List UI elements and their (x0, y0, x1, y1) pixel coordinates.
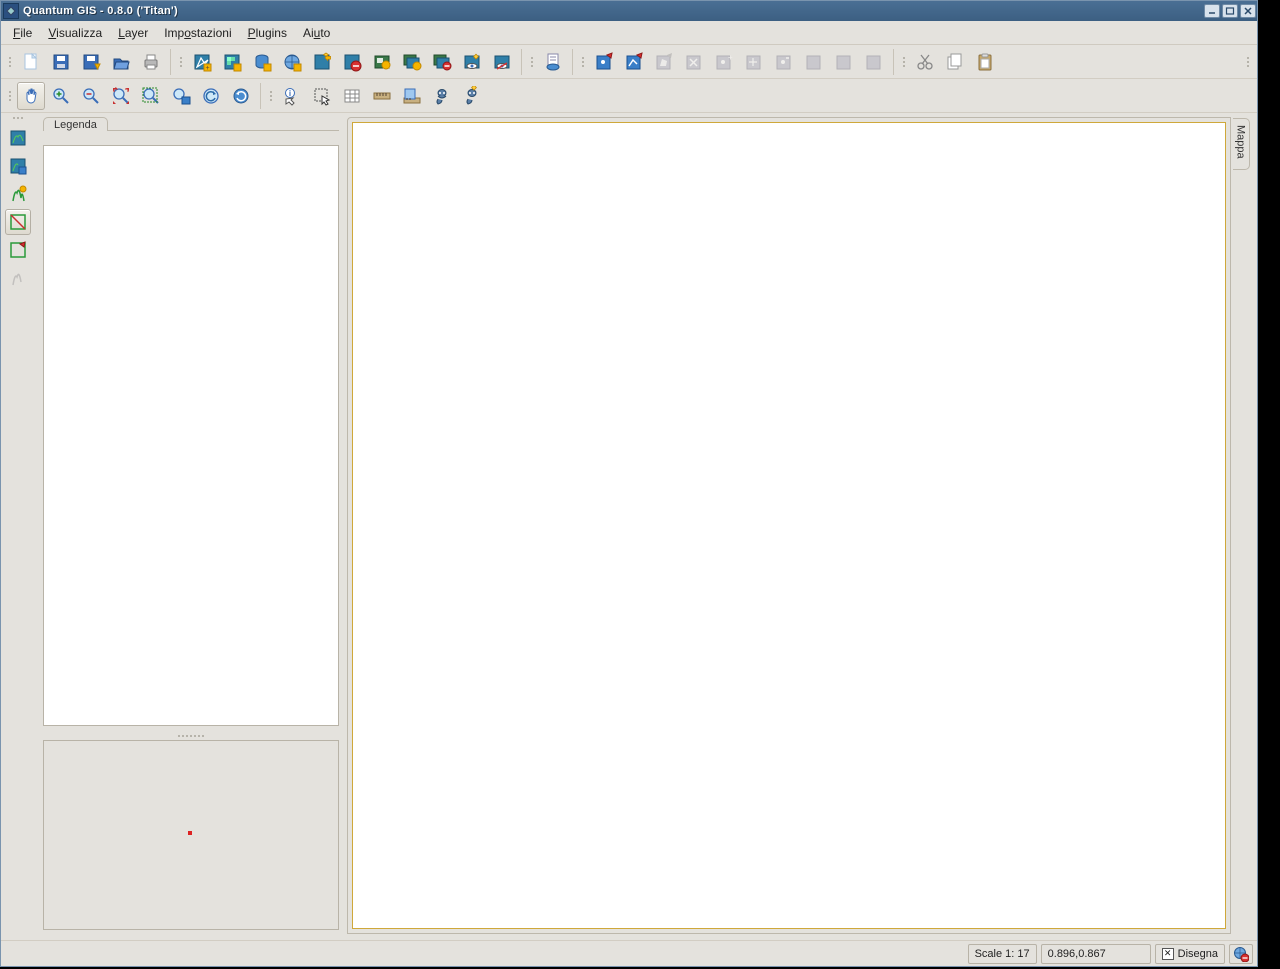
zoom-to-selection-button[interactable] (137, 82, 165, 110)
workspace: Legenda Mappa (1, 113, 1257, 940)
zoom-full-button[interactable] (107, 82, 135, 110)
project-properties-button[interactable] (539, 48, 567, 76)
coordinates-field: 0.896,0.867 (1041, 944, 1151, 964)
delete-selected-button[interactable] (680, 48, 708, 76)
add-raster-layer-button[interactable] (218, 48, 246, 76)
hide-all-layers-button[interactable] (488, 48, 516, 76)
maximize-button[interactable] (1222, 4, 1238, 18)
menu-help[interactable]: Aiuto (297, 24, 336, 42)
menu-bar: File Visualizza Layer Impostazioni Plugi… (1, 21, 1257, 45)
minimize-button[interactable] (1204, 4, 1220, 18)
edit-paste-button[interactable] (860, 48, 888, 76)
grass-add-raster-button[interactable] (5, 153, 31, 179)
app-window: Quantum GIS - 0.8.0 ('Titan') File Visua… (0, 0, 1258, 967)
edit-copy-button[interactable] (830, 48, 858, 76)
add-vector-layer-button[interactable]: + (188, 48, 216, 76)
identify-button[interactable]: i (278, 82, 306, 110)
vertical-toolbar (1, 113, 35, 940)
toolbar-grip[interactable] (178, 48, 184, 76)
svg-text:+: + (205, 65, 209, 72)
grass-edit-button[interactable] (5, 265, 31, 291)
remove-layer-button[interactable] (338, 48, 366, 76)
window-title: Quantum GIS - 0.8.0 ('Titan') (23, 5, 1203, 17)
save-project-button[interactable] (47, 48, 75, 76)
delete-vertex-button[interactable] (770, 48, 798, 76)
capture-line-button[interactable] (620, 48, 648, 76)
grass-tools-button[interactable] (5, 181, 31, 207)
toolbar-row-2: i (1, 79, 1257, 113)
overview-extent-marker (188, 831, 192, 835)
menu-plugins[interactable]: Plugins (242, 24, 293, 42)
render-toggle[interactable]: ✕Disegna (1155, 944, 1225, 964)
toolbar-grip[interactable] (5, 117, 31, 123)
move-vertex-button[interactable] (740, 48, 768, 76)
map-tab[interactable]: Mappa (1233, 118, 1250, 170)
in-overview-button[interactable] (368, 48, 396, 76)
toolbar-grip[interactable] (901, 48, 907, 76)
grass-edit-region-button[interactable] (5, 237, 31, 263)
cut-features-button[interactable] (911, 48, 939, 76)
toolbar-grip[interactable] (1245, 48, 1251, 76)
title-bar: Quantum GIS - 0.8.0 ('Titan') (1, 1, 1257, 21)
zoom-last-button[interactable] (197, 82, 225, 110)
toolbar-grip[interactable] (580, 48, 586, 76)
add-all-to-overview-button[interactable] (398, 48, 426, 76)
legend-panel: Legenda (35, 113, 345, 940)
legend-tab[interactable]: Legenda (43, 117, 108, 131)
show-all-layers-button[interactable] (458, 48, 486, 76)
menu-settings[interactable]: Impostazioni (158, 24, 237, 42)
measure-area-button[interactable] (398, 82, 426, 110)
pan-button[interactable] (17, 82, 45, 110)
capture-polygon-button[interactable] (650, 48, 678, 76)
toolbar-grip[interactable] (529, 48, 535, 76)
open-table-button[interactable] (338, 82, 366, 110)
show-bookmarks-button[interactable] (428, 82, 456, 110)
canvas-zone: Mappa (345, 113, 1257, 940)
legend-list[interactable] (43, 145, 339, 726)
menu-file[interactable]: File (7, 24, 38, 42)
zoom-to-layer-button[interactable] (167, 82, 195, 110)
edit-cut-button[interactable] (800, 48, 828, 76)
svg-text:+: + (728, 53, 733, 62)
map-canvas[interactable] (352, 122, 1226, 929)
new-project-button[interactable] (17, 48, 45, 76)
zoom-out-button[interactable] (77, 82, 105, 110)
toolbar-grip[interactable] (7, 82, 13, 110)
scale-field[interactable]: Scale 1: 17 (968, 944, 1037, 964)
copy-features-button[interactable] (941, 48, 969, 76)
projection-status-button[interactable] (1229, 944, 1253, 964)
open-project-button[interactable] (107, 48, 135, 76)
save-project-as-button[interactable] (77, 48, 105, 76)
toolbar-grip[interactable] (7, 48, 13, 76)
zoom-in-button[interactable] (47, 82, 75, 110)
print-button[interactable] (137, 48, 165, 76)
remove-all-from-overview-button[interactable] (428, 48, 456, 76)
capture-point-button[interactable] (590, 48, 618, 76)
toolbar-grip[interactable] (268, 82, 274, 110)
refresh-button[interactable] (227, 82, 255, 110)
paste-features-button[interactable] (971, 48, 999, 76)
status-bar: Scale 1: 17 0.896,0.867 ✕Disegna (1, 940, 1257, 966)
add-wms-layer-button[interactable] (278, 48, 306, 76)
grass-region-button[interactable] (5, 209, 31, 235)
menu-layer[interactable]: Layer (112, 24, 154, 42)
horizontal-splitter[interactable] (37, 732, 345, 740)
render-checkbox-icon: ✕ (1162, 948, 1174, 960)
new-bookmark-button[interactable] (458, 82, 486, 110)
app-icon (3, 3, 19, 19)
measure-line-button[interactable] (368, 82, 396, 110)
toolbar-row-1: + (1, 45, 1257, 79)
select-features-button[interactable] (308, 82, 336, 110)
close-button[interactable] (1240, 4, 1256, 18)
grass-add-vector-button[interactable] (5, 125, 31, 151)
menu-view[interactable]: Visualizza (42, 24, 108, 42)
add-postgis-layer-button[interactable] (248, 48, 276, 76)
svg-text:i: i (289, 89, 291, 98)
add-vertex-button[interactable]: + (710, 48, 738, 76)
overview-map[interactable] (43, 740, 339, 930)
map-frame (347, 117, 1231, 934)
new-vector-layer-button[interactable] (308, 48, 336, 76)
